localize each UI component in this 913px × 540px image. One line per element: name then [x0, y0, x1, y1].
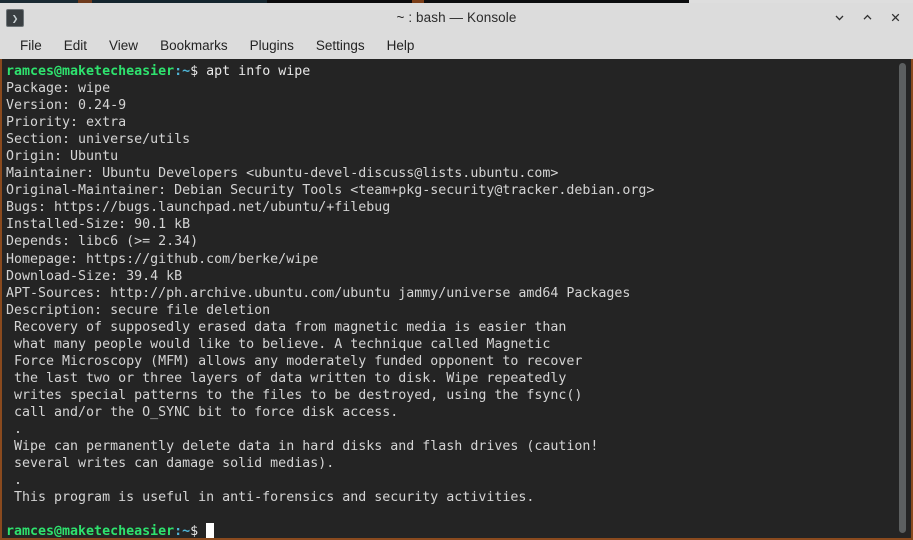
prompt-symbol: $	[190, 64, 199, 79]
window-controls	[825, 6, 909, 30]
terminal-output-line: Version: 0.24-9	[6, 98, 127, 114]
terminal-output-line: Package: wipe	[6, 81, 111, 97]
terminal-output-line: .	[6, 473, 23, 489]
terminal-output-line: Maintainer: Ubuntu Developers <ubuntu-de…	[6, 166, 559, 182]
terminal-output-line: Origin: Ubuntu	[6, 149, 119, 165]
terminal-prompt-line: ramces@maketecheasier:~$ apt info wipe	[6, 63, 911, 80]
terminal-output-line: Wipe can permanently delete data in hard…	[6, 439, 599, 455]
window-title: ~ : bash — Konsole	[396, 10, 517, 25]
terminal-active-prompt-line: ramces@maketecheasier:~$	[6, 523, 911, 540]
minimize-button[interactable]	[825, 6, 853, 30]
prompt-user-host: ramces@maketecheasier	[6, 64, 175, 79]
titlebar[interactable]: ❯ ~ : bash — Konsole	[0, 3, 913, 32]
menu-item-plugins[interactable]: Plugins	[239, 35, 305, 56]
terminal-scrollbar[interactable]	[896, 59, 909, 538]
prompt-symbol: $	[190, 524, 199, 540]
terminal-output-line: Installed-Size: 90.1 kB	[6, 217, 191, 233]
menu-item-settings[interactable]: Settings	[305, 35, 376, 56]
terminal-output-line: the last two or three layers of data wri…	[6, 370, 567, 386]
terminal-output[interactable]: ramces@maketecheasier:~$ apt info wipe Pa…	[2, 59, 911, 538]
terminal-output-line: what many people would like to believe. …	[6, 336, 551, 352]
menu-item-edit[interactable]: Edit	[53, 35, 98, 56]
terminal-prompt-icon: ❯	[6, 8, 24, 27]
terminal-area[interactable]: ramces@maketecheasier:~$ apt info wipe Pa…	[0, 59, 913, 540]
terminal-output-line: several writes can damage solid medias).	[6, 456, 335, 472]
terminal-output-line: APT-Sources: http://ph.archive.ubuntu.co…	[6, 285, 631, 301]
menu-item-bookmarks[interactable]: Bookmarks	[149, 35, 239, 56]
terminal-output-line: Recovery of supposedly erased data from …	[6, 319, 567, 335]
menubar: File Edit View Bookmarks Plugins Setting…	[0, 32, 913, 59]
terminal-output-line: Priority: extra	[6, 115, 127, 131]
konsole-window: ❯ ~ : bash — Konsole File Edit View Book…	[0, 3, 913, 540]
terminal-output-line: .	[6, 421, 23, 437]
terminal-output-line: call and/or the O_SYNC bit to force disk…	[6, 404, 399, 420]
terminal-scrollbar-thumb[interactable]	[899, 63, 906, 533]
prompt-trailing-space	[198, 524, 206, 538]
terminal-output-line: Download-Size: 39.4 kB	[6, 268, 183, 284]
terminal-output-line: Original-Maintainer: Debian Security Too…	[6, 183, 655, 199]
close-button[interactable]	[881, 6, 909, 30]
maximize-button[interactable]	[853, 6, 881, 30]
prompt-separator: :~	[174, 64, 191, 79]
terminal-output-line: Bugs: https://bugs.launchpad.net/ubuntu/…	[6, 200, 391, 216]
terminal-output-line: This program is useful in anti-forensics…	[6, 490, 535, 506]
prompt-user-host: ramces@maketecheasier	[6, 524, 175, 540]
menu-item-view[interactable]: View	[98, 35, 149, 56]
terminal-cursor[interactable]	[206, 523, 215, 538]
menu-item-file[interactable]: File	[9, 35, 53, 56]
terminal-output-line: Section: universe/utils	[6, 132, 191, 148]
terminal-output-line: Force Microscopy (MFM) allows any modera…	[6, 353, 583, 369]
terminal-command: apt info wipe	[198, 64, 311, 79]
prompt-separator: :~	[174, 524, 191, 540]
terminal-output-line: writes special patterns to the files to …	[6, 387, 583, 403]
konsole-window-screenshot: ❯ ~ : bash — Konsole File Edit View Book…	[0, 0, 913, 540]
terminal-output-line: Description: secure file deletion	[6, 302, 271, 318]
menu-item-help[interactable]: Help	[376, 35, 426, 56]
terminal-output-line: Homepage: https://github.com/berke/wipe	[6, 251, 319, 267]
terminal-output-line: Depends: libc6 (>= 2.34)	[6, 234, 199, 250]
